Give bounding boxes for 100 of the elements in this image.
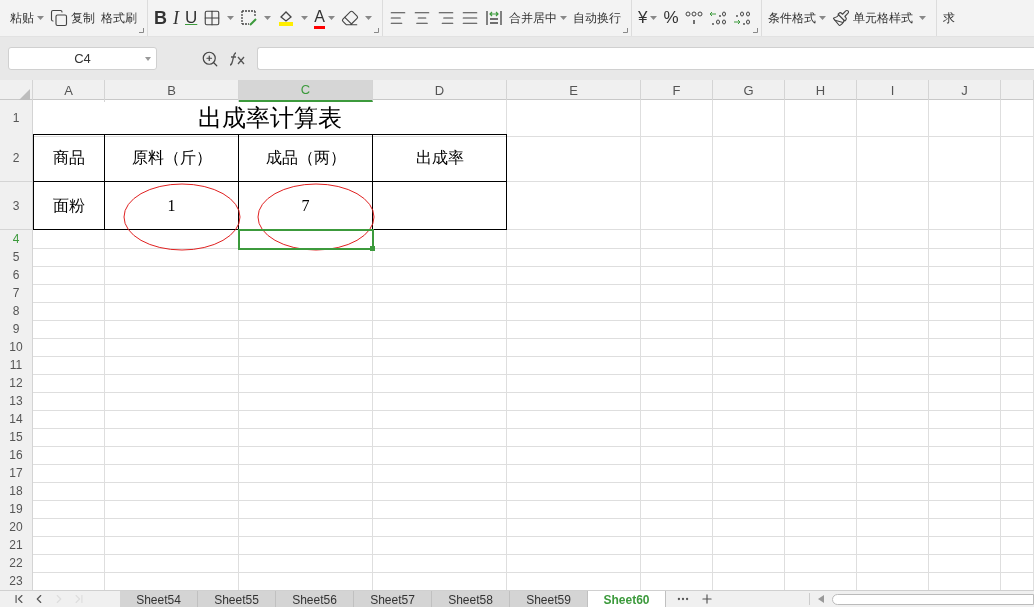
sheet-cell[interactable] [373,392,507,411]
sheet-cell[interactable] [929,302,1001,321]
expand-corner-icon[interactable] [139,28,144,33]
sheet-cell[interactable] [857,182,929,230]
row-header[interactable]: 3 [0,182,33,230]
sheet-cell[interactable] [33,338,105,357]
sheet-cell[interactable] [105,392,239,411]
sheet-cell[interactable] [507,182,641,230]
sheet-cell[interactable] [857,410,929,429]
sheet-cell[interactable] [641,428,713,447]
sheet-cell[interactable] [929,554,1001,573]
sheet-cell[interactable] [929,230,1001,249]
sheet-cell[interactable] [373,464,507,483]
sheet-cell[interactable] [641,284,713,303]
last-sheet-icon[interactable] [72,592,86,606]
sheet-cell[interactable] [641,392,713,411]
sheet-tab[interactable]: Sheet60 [588,591,666,607]
sheet-cell[interactable] [857,248,929,267]
sheet-cell[interactable] [239,518,373,537]
sheet-cell[interactable] [1001,554,1034,573]
sheet-cell[interactable] [105,284,239,303]
sheet-cell[interactable] [1001,446,1034,465]
sheet-cell[interactable] [507,266,641,285]
sheet-cell[interactable] [713,100,785,137]
sheet-cell[interactable] [785,338,857,357]
sheet-cell[interactable] [373,248,507,267]
toolbar-button[interactable]: 合并居中 [506,6,569,30]
sheet-cell[interactable] [929,428,1001,447]
sheet-cell[interactable] [105,554,239,573]
sheet-cell[interactable] [713,374,785,393]
sheet-cell[interactable] [641,230,713,249]
sheet-cell[interactable] [507,320,641,339]
sheet-cell[interactable] [33,482,105,501]
sheet-cell[interactable] [785,410,857,429]
sheet-cell[interactable] [785,482,857,501]
sheet-cell[interactable] [33,554,105,573]
sheet-tab[interactable]: Sheet58 [432,591,510,607]
sheet-cell[interactable] [1001,518,1034,537]
sheet-cell[interactable] [1001,230,1034,249]
sheet-cell[interactable] [239,320,373,339]
sheet-cell[interactable] [507,230,641,249]
expand-corner-icon[interactable] [752,28,758,33]
sheet-cell[interactable] [857,356,929,375]
sheet-cell[interactable] [713,536,785,555]
sheet-cell[interactable] [1001,374,1034,393]
sheet-cell[interactable] [713,554,785,573]
sheet-cell[interactable] [33,248,105,267]
sheet-cell[interactable] [507,374,641,393]
column-header[interactable]: E [507,80,641,102]
sheet-cell[interactable] [507,446,641,465]
sheet-cell[interactable] [785,518,857,537]
sheet-cell[interactable] [713,410,785,429]
sheet-cell[interactable] [929,248,1001,267]
sheet-cell[interactable] [857,518,929,537]
sheet-cell[interactable] [33,446,105,465]
sheet-cell[interactable] [33,302,105,321]
active-cell[interactable] [239,230,373,249]
sheet-cell[interactable] [239,500,373,519]
sheet-cell[interactable] [1001,320,1034,339]
sheet-cell[interactable] [929,374,1001,393]
sheet-cell[interactable] [713,338,785,357]
sheet-cell[interactable] [1001,356,1034,375]
sheet-cell[interactable] [785,374,857,393]
sheet-cell[interactable] [641,266,713,285]
sheet-cell[interactable] [641,248,713,267]
sheet-cell[interactable] [929,320,1001,339]
sheet-cell[interactable] [105,446,239,465]
font-color-button[interactable]: A [312,6,337,30]
sheet-cell[interactable] [857,338,929,357]
sheet-cell[interactable] [785,500,857,519]
toolbar-button[interactable]: % [661,6,681,30]
sheet-cell[interactable] [713,134,785,182]
sheet-cell[interactable] [373,356,507,375]
sheet-cell[interactable] [507,536,641,555]
sheet-cell[interactable] [105,320,239,339]
sheet-cell[interactable] [373,482,507,501]
sheet-cell[interactable] [507,134,641,182]
sheet-cell[interactable] [507,482,641,501]
sheet-cell[interactable] [105,464,239,483]
sheet-cell[interactable] [785,230,857,249]
sheet-cell[interactable] [507,410,641,429]
expand-corner-icon[interactable] [373,28,379,33]
sheet-cell[interactable] [239,536,373,555]
sheet-cell[interactable] [929,284,1001,303]
sheet-cell[interactable] [507,356,641,375]
sheet-cell[interactable] [507,284,641,303]
sheet-cell[interactable] [641,182,713,230]
sheet-cell[interactable] [929,100,1001,137]
sheet-cell[interactable] [641,302,713,321]
sheet-cell[interactable] [239,338,373,357]
sheet-cell[interactable] [929,266,1001,285]
toolbar-button[interactable]: 条件格式 [765,6,828,30]
sheet-cell[interactable] [641,320,713,339]
sheet-cell[interactable] [713,446,785,465]
sheet-cell[interactable] [857,428,929,447]
sheet-cell[interactable] [641,554,713,573]
sheet-cell[interactable] [373,266,507,285]
sheet-cell[interactable] [929,464,1001,483]
sheet-cell[interactable] [929,410,1001,429]
sheet-cell[interactable] [1001,410,1034,429]
